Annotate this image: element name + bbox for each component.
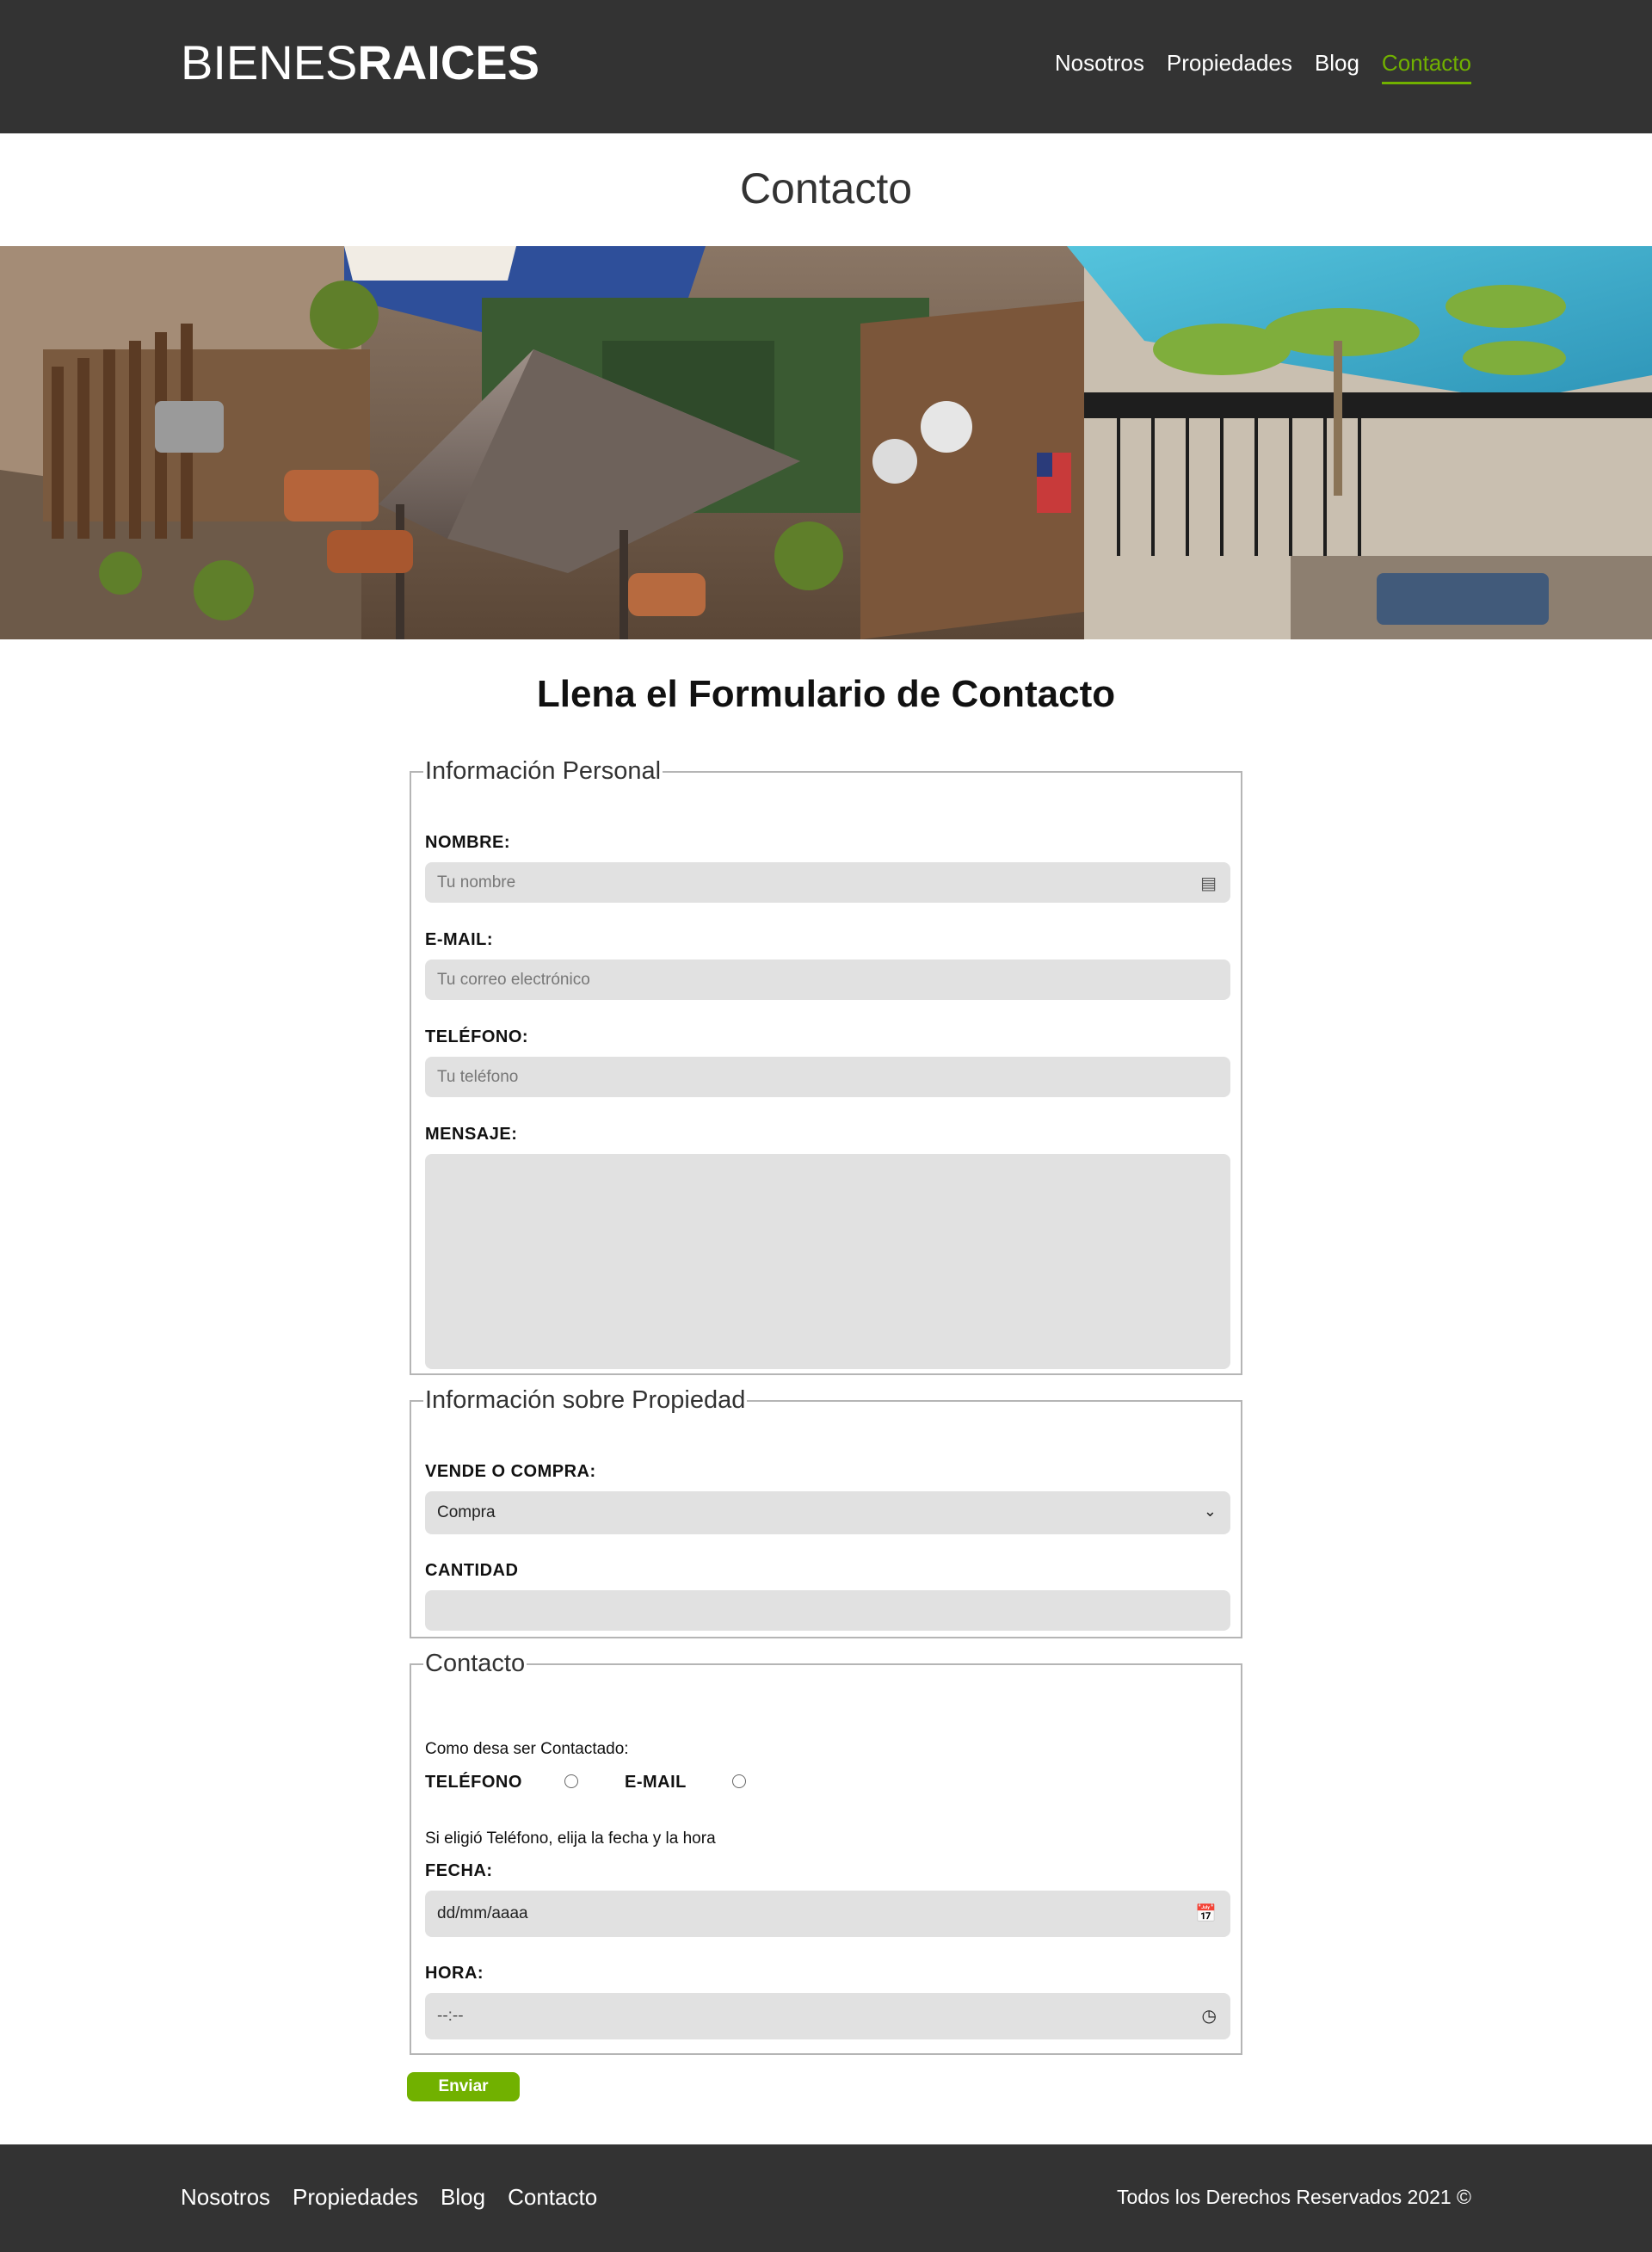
hora-input[interactable]: --:-- ◷ [425, 1993, 1230, 2039]
personal-info-legend: Información Personal [425, 757, 662, 785]
footer-nav: Nosotros Propiedades Blog Contacto [181, 2184, 597, 2211]
email-option-label: E-MAIL [625, 1773, 687, 1792]
footer-nav-contacto[interactable]: Contacto [508, 2184, 597, 2211]
nav-blog[interactable]: Blog [1315, 50, 1359, 84]
hero-image [0, 246, 1652, 639]
submit-button[interactable]: Enviar [407, 2072, 520, 2101]
email-label: E-MAIL: [425, 930, 494, 949]
hora-placeholder: --:-- [437, 2007, 464, 2025]
fecha-placeholder: dd/mm/aaaa [437, 1904, 528, 1922]
form-heading: Llena el Formulario de Contacto [536, 673, 1116, 715]
email-input[interactable]: Tu correo electrónico [425, 959, 1230, 1000]
nav-nosotros[interactable]: Nosotros [1055, 50, 1144, 84]
nombre-placeholder: Tu nombre [437, 873, 516, 892]
email-radio[interactable] [732, 1774, 746, 1788]
rooftop-illustration [0, 246, 1652, 639]
phone-hint: Si eligió Teléfono, elija la fecha y la … [425, 1829, 716, 1848]
telefono-placeholder: Tu teléfono [437, 1067, 519, 1086]
nav-propiedades[interactable]: Propiedades [1167, 50, 1292, 84]
telefono-radio[interactable] [564, 1774, 578, 1788]
site-footer: Nosotros Propiedades Blog Contacto Todos… [0, 2144, 1652, 2252]
nombre-input[interactable]: Tu nombre ▤ [425, 862, 1230, 903]
contact-legend: Contacto [425, 1650, 526, 1677]
contact-method-prompt: Como desa ser Contactado: [425, 1740, 629, 1758]
email-placeholder: Tu correo electrónico [437, 970, 590, 989]
footer-nav-nosotros[interactable]: Nosotros [181, 2184, 270, 2211]
chevron-down-icon: ⌄ [1203, 1502, 1217, 1520]
contact-card-icon: ▤ [1200, 874, 1217, 893]
mensaje-textarea[interactable] [425, 1154, 1230, 1369]
site-logo[interactable]: BIENESRAICES [181, 34, 539, 90]
contact-fieldset: Contacto Como desa ser Contactado: TELÉF… [410, 1650, 1242, 2055]
calendar-icon[interactable]: 📅 [1195, 1903, 1217, 1924]
logo-bold-text: RAICES [357, 35, 539, 89]
telefono-label: TELÉFONO: [425, 1027, 529, 1046]
vende-compra-selected: Compra [437, 1503, 496, 1521]
vende-compra-select[interactable]: Compra ⌄ [425, 1491, 1230, 1534]
main-nav: Nosotros Propiedades Blog Contacto [1055, 50, 1471, 84]
copyright-text: Todos los Derechos Reservados 2021 © [1116, 2186, 1471, 2208]
fecha-input[interactable]: dd/mm/aaaa 📅 [425, 1891, 1230, 1937]
property-info-fieldset: Información sobre Propiedad VENDE O COMP… [410, 1386, 1242, 1638]
logo-light-text: BIENES [181, 35, 358, 89]
fecha-label: FECHA: [425, 1861, 493, 1880]
nombre-label: NOMBRE: [425, 833, 511, 852]
property-info-legend: Información sobre Propiedad [425, 1386, 746, 1414]
mensaje-label: MENSAJE: [425, 1125, 518, 1144]
vende-compra-label: VENDE O COMPRA: [425, 1462, 596, 1481]
page-title: Contacto [739, 164, 913, 213]
personal-info-fieldset: Información Personal NOMBRE: Tu nombre ▤… [410, 757, 1242, 1375]
telefono-input[interactable]: Tu teléfono [425, 1057, 1230, 1097]
clock-icon[interactable]: ◷ [1202, 2005, 1217, 2027]
cantidad-input[interactable] [425, 1590, 1230, 1631]
footer-nav-blog[interactable]: Blog [441, 2184, 485, 2211]
footer-nav-propiedades[interactable]: Propiedades [293, 2184, 418, 2211]
cantidad-label: CANTIDAD [425, 1561, 519, 1580]
nav-contacto[interactable]: Contacto [1381, 50, 1471, 84]
hora-label: HORA: [425, 1964, 484, 1983]
site-header: BIENESRAICES Nosotros Propiedades Blog C… [0, 0, 1652, 133]
telefono-option-label: TELÉFONO [425, 1773, 522, 1792]
